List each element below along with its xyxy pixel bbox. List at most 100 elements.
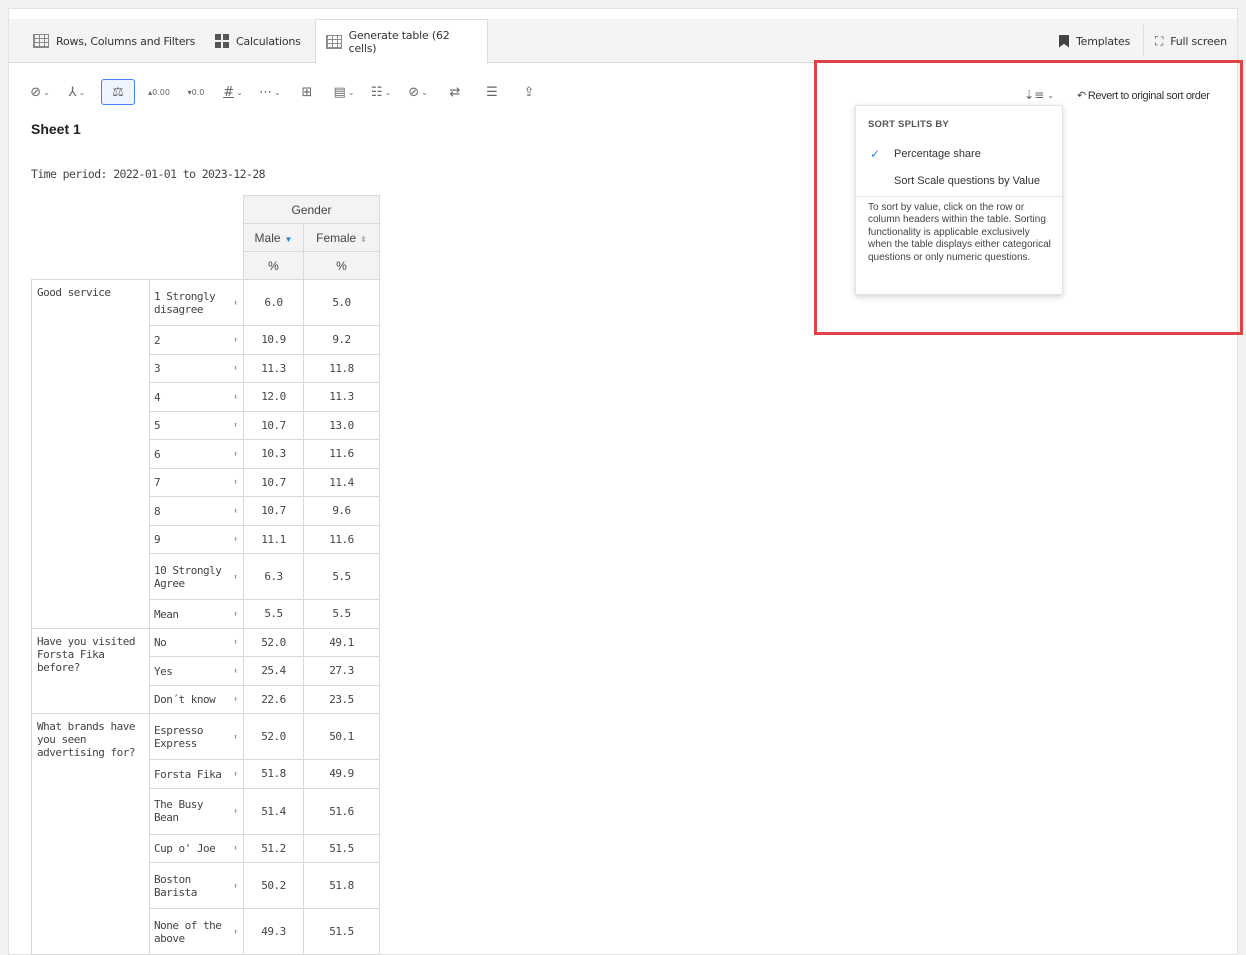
export-button[interactable]: ⇪: [516, 79, 542, 105]
value-cell-male: 10.7: [243, 496, 304, 526]
row-header[interactable]: 2 ⬍: [149, 325, 244, 355]
decrease-decimals-button[interactable]: ▾0.0: [183, 79, 209, 105]
chart-button[interactable]: ⅄ ⌄: [64, 79, 90, 105]
sort-icon: ⬍: [233, 420, 238, 430]
row-header[interactable]: Cup o' Joe ⬍: [149, 833, 244, 863]
row-header[interactable]: 10 Strongly Agree ⬍: [149, 553, 244, 600]
chevron-down-icon: ⌄: [384, 87, 392, 97]
value-cell-male: 5.5: [243, 599, 304, 629]
bookmark-icon: [1059, 34, 1069, 48]
value-cell-female: 5.5: [303, 599, 380, 629]
row-header[interactable]: Yes ⬍: [149, 656, 244, 686]
row-header[interactable]: The Busy Bean ⬍: [149, 787, 244, 835]
value-cell-male: 51.2: [243, 833, 304, 863]
expand-icon: ⛶: [1155, 34, 1164, 48]
row-label: 5: [154, 419, 161, 432]
value-cell-female: 13.0: [303, 410, 380, 440]
tab-calculations[interactable]: Calculations: [205, 19, 311, 63]
weighting-button[interactable]: ⚖: [101, 79, 135, 105]
row-header[interactable]: Boston Barista ⬍: [149, 862, 244, 909]
row-header[interactable]: Don´t know ⬍: [149, 684, 244, 714]
row-header[interactable]: Mean ⬍: [149, 599, 244, 629]
unit-cell: %: [303, 251, 380, 280]
trend-button[interactable]: ⋯ ⌄: [257, 79, 283, 105]
value-cell-male: 51.8: [243, 759, 304, 789]
row-header[interactable]: No ⬍: [149, 627, 244, 657]
group-header-row: Gender: [31, 195, 380, 224]
row-header[interactable]: None of the above ⬍: [149, 908, 244, 955]
value-cell-female: 49.1: [303, 627, 380, 657]
app-window: Rows, Columns and Filters Calculations G…: [8, 8, 1243, 955]
chevron-down-icon: ⌄: [421, 87, 428, 97]
row-header[interactable]: 6 ⬍: [149, 439, 244, 469]
sort-icon: ⬍: [233, 666, 238, 676]
insert-column-button[interactable]: ⊞: [294, 79, 320, 105]
value-cell-male: 52.0: [243, 713, 304, 760]
table-row: What brands have you seen advertising fo…: [31, 713, 380, 955]
question-label[interactable]: What brands have you seen advertising fo…: [31, 713, 150, 955]
columns-button[interactable]: ☷ ⌄: [368, 79, 394, 105]
row-header[interactable]: 5 ⬍: [149, 410, 244, 440]
row-label: The Busy Bean: [154, 798, 203, 824]
sort-desc-icon: ▼: [284, 234, 293, 244]
tab-label: Rows, Columns and Filters: [56, 34, 196, 48]
value-cell-female: 5.5: [303, 553, 380, 600]
transpose-button[interactable]: ⇄: [442, 79, 468, 105]
column-header-female[interactable]: Female ⬍: [303, 223, 380, 252]
row-label: None of the above: [154, 918, 222, 945]
row-header[interactable]: 3 ⬍: [149, 353, 244, 383]
chevron-down-icon: ⌄: [274, 87, 281, 97]
value-cell-female: 11.3: [303, 382, 380, 412]
value-cell-female: 11.6: [303, 439, 380, 469]
hash-icon: #: [223, 84, 235, 100]
column-header-male[interactable]: Male ▼: [243, 223, 304, 252]
row-header[interactable]: 1 Strongly disagree ⬍: [149, 279, 244, 326]
hide-button[interactable]: ⊘ ⌄: [405, 79, 431, 105]
row-label: Espresso Express: [154, 723, 203, 750]
row-label: Forsta Fika: [154, 767, 222, 781]
unit-row: % %: [31, 251, 380, 280]
filter-table-button[interactable]: ☰: [479, 79, 505, 105]
value-cell-female: 11.8: [303, 353, 380, 383]
row-label: Yes: [154, 664, 173, 678]
tab-rows-columns-filters[interactable]: Rows, Columns and Filters: [23, 19, 205, 63]
sort-icon: ⬍: [233, 392, 238, 402]
value-cell-male: 25.4: [243, 656, 304, 686]
row-header[interactable]: 7 ⬍: [149, 467, 244, 497]
row-header[interactable]: 8 ⬍: [149, 496, 244, 526]
tab-generate-table[interactable]: Generate table (62 cells): [315, 19, 488, 64]
templates-label: Templates: [1076, 34, 1131, 48]
value-cell-female: 51.6: [303, 787, 380, 835]
sort-icon: ⬍: [233, 881, 238, 890]
crosstab-table: Gender Male ▼ Female ⬍ % % Good service 1 S…: [31, 195, 380, 955]
tab-bar: Rows, Columns and Filters Calculations G…: [9, 19, 1237, 64]
value-cell-female: 49.9: [303, 759, 380, 789]
transpose-icon: ⇄: [449, 84, 461, 100]
row-header[interactable]: Espresso Express ⬍: [149, 713, 244, 760]
scale-icon: ⚖: [112, 84, 124, 100]
sort-icon: ⬍: [233, 506, 238, 516]
table-icon: [326, 34, 342, 49]
value-cell-female: 27.3: [303, 656, 380, 686]
templates-button[interactable]: Templates: [1049, 19, 1140, 63]
row-label: 3: [154, 362, 161, 375]
row-header[interactable]: 4 ⬍: [149, 382, 244, 412]
question-label[interactable]: Good service: [31, 279, 150, 629]
fullscreen-button[interactable]: ⛶ Full screen: [1145, 19, 1237, 63]
value-cell-female: 11.4: [303, 467, 380, 497]
row-header[interactable]: Forsta Fika ⬍: [149, 759, 244, 789]
value-cell-female: 9.2: [303, 325, 380, 355]
question-label[interactable]: Have you visited Forsta Fika before?: [31, 627, 150, 714]
count-button[interactable]: # ⌄: [220, 79, 246, 105]
row-header[interactable]: 9 ⬍: [149, 524, 244, 554]
row-label: Mean: [154, 607, 179, 621]
row-label: Boston Barista: [154, 872, 197, 899]
value-cell-female: 51.8: [303, 862, 380, 909]
row-label: 10 Strongly Agree: [154, 563, 222, 590]
significance-button[interactable]: ⊘ ⌄: [27, 79, 53, 105]
row-label: 9: [154, 533, 161, 546]
column-group-header[interactable]: Gender: [243, 195, 380, 224]
value-cell-male: 11.1: [243, 524, 304, 554]
increase-decimals-button[interactable]: ▴0.00: [146, 79, 172, 105]
layout-button[interactable]: ▤ ⌄: [331, 79, 357, 105]
